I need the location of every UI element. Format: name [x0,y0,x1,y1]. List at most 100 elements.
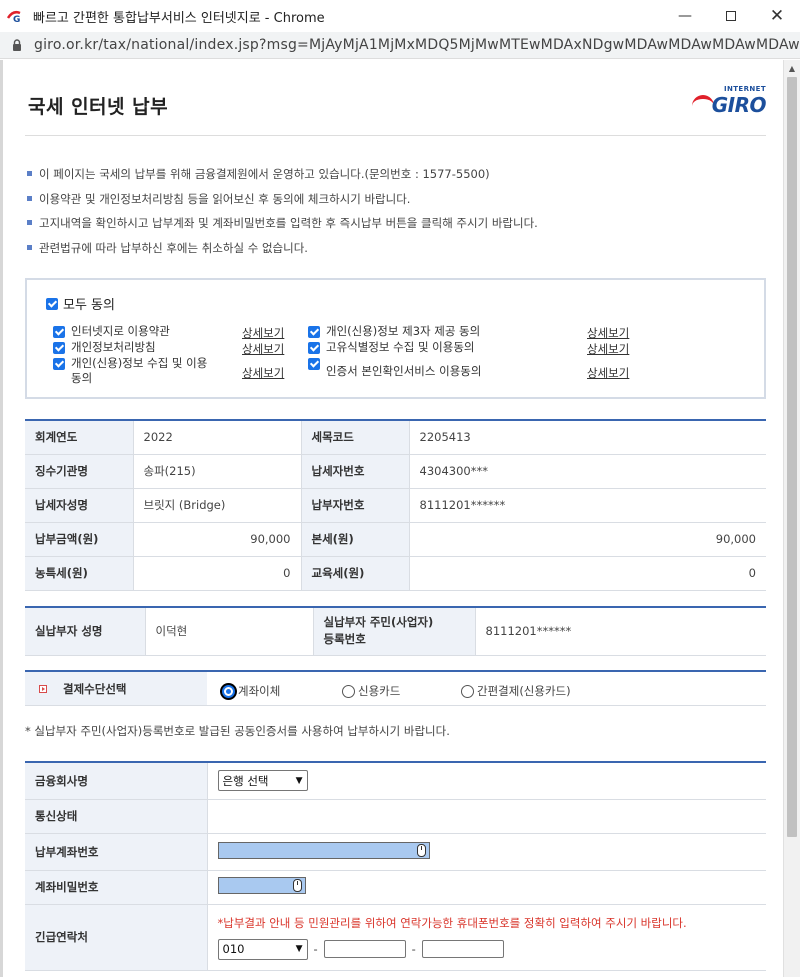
table-cell: 0 [409,556,766,591]
table-row: 실납부자 성명 이덕현 실납부자 주민(사업자) 등록번호 8111201***… [25,606,766,656]
certificate-note: * 실납부자 주민(사업자)등록번호로 발급된 공동인증서를 사용하여 납부하시… [25,724,450,738]
chevron-down-icon: ▼ [295,944,303,954]
radio-credit-card[interactable]: 신용카드 [342,683,400,699]
phone-middle-input[interactable] [323,940,406,958]
agree-all-checkbox[interactable]: 모두 동의 [46,294,115,313]
radio-label: 간편결제(신용카드) [477,684,571,698]
table-header-cell: 농특세(원) [25,556,134,591]
address-bar[interactable]: giro.or.kr/tax/national/index.jsp?msg=Mj… [0,32,800,59]
table-header-cell: 납세자성명 [25,488,134,523]
table-header-cell: 세목코드 [301,420,410,455]
table-row: 징수기관명 송파(215) 납세자번호 4304300*** [25,454,766,489]
table-cell: 0 [133,556,302,591]
payment-method-row: 결제수단선택 계좌이체 신용카드 간편결제(신용카드) [25,670,766,706]
notice-list: 이 페이지는 국세의 납부를 위해 금융결제원에서 운영하고 있습니다.(문의번… [25,162,766,260]
checkbox-checked-icon[interactable] [308,342,320,354]
detail-link[interactable]: 상세보기 [587,325,629,341]
mouse-keypad-icon[interactable] [416,843,426,857]
detail-link[interactable]: 상세보기 [242,365,284,381]
notice-item: 고지내역을 확인하시고 납부계좌 및 계좌비밀번호를 입력한 후 즉시납부 버튼… [25,211,766,236]
table-header-cell: 본세(원) [301,522,410,557]
table-header-cell: 긴급연락처 [25,904,208,971]
radio-account-transfer[interactable]: 계좌이체 [222,683,280,699]
maximize-icon[interactable] [708,0,754,32]
mouse-keypad-icon[interactable] [292,879,302,892]
phone-prefix-select[interactable]: 010 ▼ [217,938,308,960]
table-cell: 은행 선택 ▼ [207,762,766,800]
agree-item-terms[interactable]: 인터넷지로 이용약관 [53,324,170,339]
page-header: 국세 인터넷 납부 INTERNET GIRO [25,60,767,136]
vertical-scrollbar[interactable]: ▲ [783,60,800,977]
agree-item-certificate[interactable]: 인증서 본인확인서비스 이용동의 [308,356,481,379]
phone-last-input[interactable] [421,940,504,958]
table-row: 납부계좌번호 [25,833,766,871]
url-text[interactable]: giro.or.kr/tax/national/index.jsp?msg=Mj… [34,37,800,53]
table-header-cell: 실납부자 성명 [25,606,146,656]
table-cell: *납부결과 안내 등 민원관리를 위하여 연락가능한 휴대폰번호를 정확히 입력… [207,904,766,971]
detail-link[interactable]: 상세보기 [587,365,629,381]
table-row: 농특세(원) 0 교육세(원) 0 [25,556,766,591]
detail-link[interactable]: 상세보기 [587,341,629,357]
table-header-cell: 납부계좌번호 [25,833,208,871]
giro-favicon-icon: G [7,9,25,23]
table-row: 회계연도 2022 세목코드 2205413 [25,420,766,455]
logo-small-text: INTERNET [723,85,766,93]
agree-item-label: 개인(신용)정보 제3자 제공 동의 [326,324,481,338]
radio-selected-icon[interactable] [222,684,235,698]
table-cell: 8111201****** [475,606,766,656]
agree-item-third-party[interactable]: 개인(신용)정보 제3자 제공 동의 [308,324,480,339]
agree-item-label: 개인정보처리방침 [71,340,156,354]
logo-big-text: GIRO [711,93,767,117]
checkbox-checked-icon[interactable] [46,297,58,310]
window-title: 빠르고 간편한 통합납부서비스 인터넷지로 - Chrome [33,10,325,26]
agreement-box: 모두 동의 인터넷지로 이용약관 개인정보처리방침 개인(신용)정보 수집 및 … [25,278,766,399]
checkbox-checked-icon[interactable] [53,358,65,370]
radio-easy-pay[interactable]: 간편결제(신용카드) [461,683,571,699]
radio-label: 계좌이체 [238,684,281,698]
table-header-cell: 납부금액(원) [25,522,134,557]
phone-input-group: 010 ▼ - - [217,938,757,960]
agree-item-unique-id[interactable]: 고유식별정보 수집 및 이용동의 [308,340,475,355]
scroll-up-icon[interactable]: ▲ [784,60,800,77]
table-header-cell: 납부자번호 [301,488,410,523]
bank-select[interactable]: 은행 선택 ▼ [217,770,308,792]
table-row: 납부금액(원) 90,000 본세(원) 90,000 [25,522,766,557]
table-header-cell: 금융회사명 [25,762,208,800]
checkbox-checked-icon[interactable] [53,342,65,354]
close-icon[interactable]: ✕ [754,0,800,32]
account-number-input[interactable] [217,841,430,859]
table-header-cell: 실납부자 주민(사업자) 등록번호 [313,606,476,656]
notice-item: 관련법규에 따라 납부하신 후에는 취소하실 수 없습니다. [25,236,766,261]
table-cell: 송파(215) [133,454,302,489]
agree-item-label: 개인(신용)정보 수집 및 이용 동의 [71,356,208,385]
agree-item-collect[interactable]: 개인(신용)정보 수집 및 이용 동의 [53,356,231,386]
table-cell: 2205413 [409,420,766,455]
table-header-cell: 계좌비밀번호 [25,870,208,905]
lock-icon [12,38,26,52]
table-cell: 4304300*** [409,454,766,489]
table-cell: 8111201****** [409,488,766,523]
minimize-icon[interactable]: — [662,0,708,32]
table-row: 납세자성명 브릿지 (Bridge) 납부자번호 8111201****** [25,488,766,523]
account-password-input[interactable] [217,877,306,894]
agree-item-privacy[interactable]: 개인정보처리방침 [53,340,156,355]
page-title: 국세 인터넷 납부 [28,96,169,118]
table-header-cell: 징수기관명 [25,454,134,489]
table-cell: 90,000 [133,522,302,557]
checkbox-checked-icon[interactable] [53,326,65,338]
radio-icon[interactable] [461,684,474,698]
logo-swoosh-icon [692,95,714,107]
checkbox-checked-icon[interactable] [308,358,320,370]
scrollbar-thumb[interactable] [787,77,797,837]
bank-select-value: 은행 선택 [222,773,269,788]
detail-link[interactable]: 상세보기 [242,341,284,357]
radio-label: 신용카드 [358,684,401,698]
detail-link[interactable]: 상세보기 [242,325,284,341]
table-cell [207,870,766,905]
chevron-down-icon: ▼ [295,775,303,786]
arrow-bullet-icon [39,684,47,693]
radio-icon[interactable] [342,684,355,698]
checkbox-checked-icon[interactable] [308,326,320,338]
table-header-cell: 회계연도 [25,420,134,455]
agree-item-label: 인증서 본인확인서비스 이용동의 [326,364,482,378]
